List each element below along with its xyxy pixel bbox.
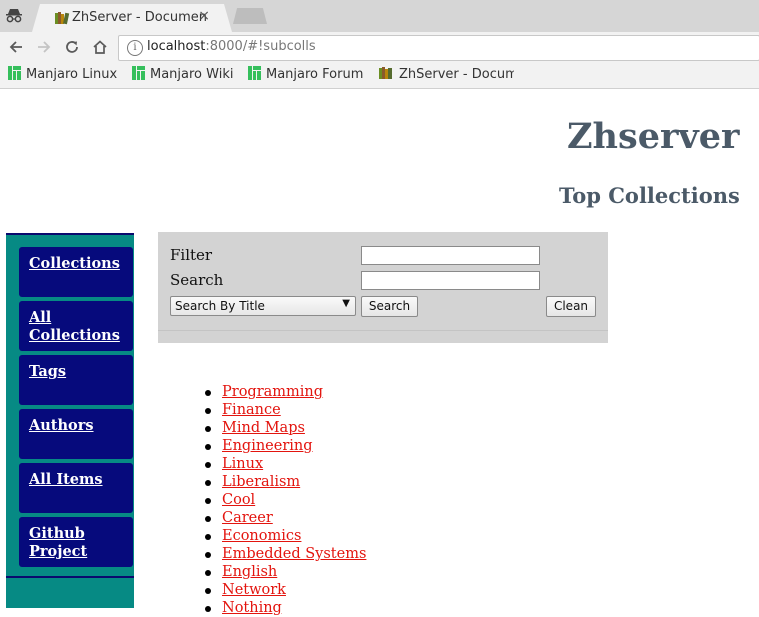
sidebar-link-all-collections[interactable]: All Collections [29,309,120,345]
search-input[interactable] [361,271,540,290]
home-button[interactable] [89,36,111,58]
browser-toolbar: i localhost:8000/#!subcolls [0,32,759,62]
sidebar-item-authors[interactable]: Authors [19,409,133,459]
bookmark-manjaro-linux[interactable]: Manjaro Linux [8,66,117,82]
collection-link[interactable]: Liberalism [222,474,300,490]
collection-list: Programming Finance Mind Maps Engineerin… [204,383,366,617]
collection-link[interactable]: English [222,564,277,580]
list-item: Programming [204,383,366,401]
panel-divider [158,330,608,331]
list-item: Career [204,509,366,527]
home-icon [93,40,107,54]
sidebar: Collections All Collections Tags Authors… [6,233,134,608]
search-panel: Filter Search Search By Title ▼ Search C… [158,232,608,343]
bookmark-manjaro-forum[interactable]: Manjaro Forum [248,66,363,82]
sidebar-item-all-collections[interactable]: All Collections [19,301,133,351]
sidebar-item-github-project[interactable]: Github Project [19,517,133,567]
back-button[interactable] [5,36,27,58]
collection-link[interactable]: Linux [222,456,263,472]
list-item: Mind Maps [204,419,366,437]
bookmark-manjaro-wiki[interactable]: Manjaro Wiki [132,66,233,82]
tab-zhserver[interactable]: ZhServer - Documen × [32,4,232,32]
clean-button[interactable]: Clean [546,296,596,317]
list-item: English [204,563,366,581]
bookmarks-bar: Manjaro Linux Manjaro Wiki Manjaro Forum… [0,62,759,89]
list-item: Linux [204,455,366,473]
sidebar-link-all-items[interactable]: All Items [29,471,133,489]
sidebar-link-collections[interactable]: Collections [29,255,133,273]
list-item: Liberalism [204,473,366,491]
collection-link[interactable]: Engineering [222,438,313,454]
list-item: Engineering [204,437,366,455]
list-item: Cool [204,491,366,509]
filter-label: Filter [170,246,213,264]
search-label: Search [170,271,224,289]
manjaro-icon [248,66,261,80]
list-item: Finance [204,401,366,419]
incognito-icon [6,9,22,23]
collection-link[interactable]: Mind Maps [222,420,305,436]
list-item: Economics [204,527,366,545]
collection-link[interactable]: Embedded Systems [222,546,366,562]
manjaro-icon [8,66,21,80]
collection-link[interactable]: Finance [222,402,281,418]
back-arrow-icon [9,41,22,53]
reload-button[interactable] [61,36,83,58]
list-item: Network [204,581,366,599]
reload-icon [66,41,78,53]
forward-button[interactable] [33,36,55,58]
new-tab-button[interactable] [233,8,267,24]
bookmark-zhserver[interactable]: ZhServer - Docum [378,66,514,82]
tab-close-button[interactable]: × [198,8,210,24]
collection-link[interactable]: Programming [222,384,323,400]
manjaro-icon [132,66,145,80]
filter-input[interactable] [361,246,540,265]
tab-strip: ZhServer - Documen × [0,0,759,32]
site-title: Zhserver [567,116,740,157]
list-item: Nothing [204,599,366,617]
collection-link[interactable]: Cool [222,492,255,508]
books-icon [379,67,392,79]
sidebar-item-all-items[interactable]: All Items [19,463,133,513]
forward-arrow-icon [38,41,51,53]
collection-link[interactable]: Economics [222,528,301,544]
section-title: Top Collections [559,183,740,208]
sidebar-link-authors[interactable]: Authors [29,417,133,435]
url-text: localhost:8000/#!subcolls [147,39,316,54]
collection-link[interactable]: Network [222,582,286,598]
info-icon[interactable]: i [127,40,143,56]
search-mode-select[interactable]: Search By Title ▼ [170,296,356,316]
sidebar-item-collections[interactable]: Collections [19,247,133,297]
sidebar-link-github-project[interactable]: Github Project [29,525,89,561]
list-item: Embedded Systems [204,545,366,563]
sidebar-link-tags[interactable]: Tags [29,363,133,381]
sidebar-item-tags[interactable]: Tags [19,355,133,405]
collection-link[interactable]: Nothing [222,600,282,616]
sidebar-footer [6,576,134,608]
dropdown-arrow-icon: ▼ [342,298,350,309]
search-mode-value: Search By Title [175,299,265,313]
search-button[interactable]: Search [361,296,418,317]
books-icon [55,12,70,25]
collection-link[interactable]: Career [222,510,273,526]
address-bar[interactable]: i localhost:8000/#!subcolls [118,35,759,61]
tab-title: ZhServer - Documen [72,10,207,25]
